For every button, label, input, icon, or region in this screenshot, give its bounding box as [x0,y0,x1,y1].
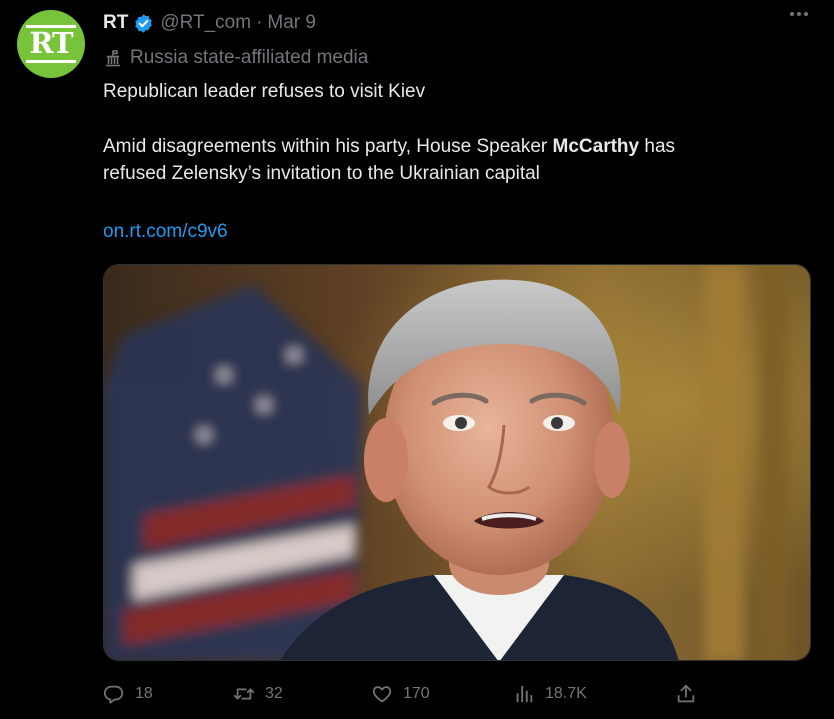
views-button[interactable]: 18.7K [513,680,587,708]
retweet-count: 32 [265,685,283,702]
retweet-button[interactable]: 32 [233,680,283,708]
separator-dot: · [256,12,263,33]
photo-image [104,265,810,660]
like-button[interactable]: 170 [371,680,430,708]
share-button[interactable] [675,680,707,708]
views-chart-icon [516,685,533,703]
share-icon [677,684,695,703]
tweet[interactable]: RT RT @RT_com · Mar 9 Russia state-affil… [0,0,834,719]
mention-mccarthy: McCarthy [552,136,640,157]
avatar[interactable]: RT [17,10,85,78]
tweet-header: RT @RT_com · Mar 9 [103,10,316,36]
tweet-actions: 18 32 170 18.7K [103,680,703,708]
verified-badge-icon[interactable] [133,13,154,34]
tweet-body-line-1: Amid disagreements within his party, Hou… [103,133,675,160]
handle[interactable]: @RT_com [160,12,251,34]
affiliation-label[interactable]: Russia state-affiliated media [103,46,368,70]
tweet-date[interactable]: Mar 9 [267,12,316,34]
more-dots-icon[interactable] [790,12,808,16]
display-name[interactable]: RT [103,12,128,34]
tweet-body-line-2: refused Zelensky’s invitation to the Ukr… [103,163,540,184]
views-count: 18.7K [545,685,587,702]
body-text: Amid disagreements within his party, Hou… [103,136,553,157]
heart-icon [372,686,392,703]
tweet-link[interactable]: on.rt.com/c9v6 [103,218,228,245]
affiliation-text: Russia state-affiliated media [130,47,369,68]
tweet-photo[interactable] [103,264,811,661]
government-building-icon [106,50,120,67]
like-count: 170 [403,685,430,702]
more-dot [790,12,794,16]
tweet-headline: Republican leader refuses to visit Kiev [103,81,426,102]
rt-logo: RT [26,25,76,63]
reply-button[interactable]: 18 [103,680,153,708]
more-dot [797,12,801,16]
body-text: has [639,136,676,157]
reply-icon [103,685,124,704]
reply-count: 18 [135,685,153,702]
more-dot [804,12,808,16]
retweet-icon [233,688,255,700]
